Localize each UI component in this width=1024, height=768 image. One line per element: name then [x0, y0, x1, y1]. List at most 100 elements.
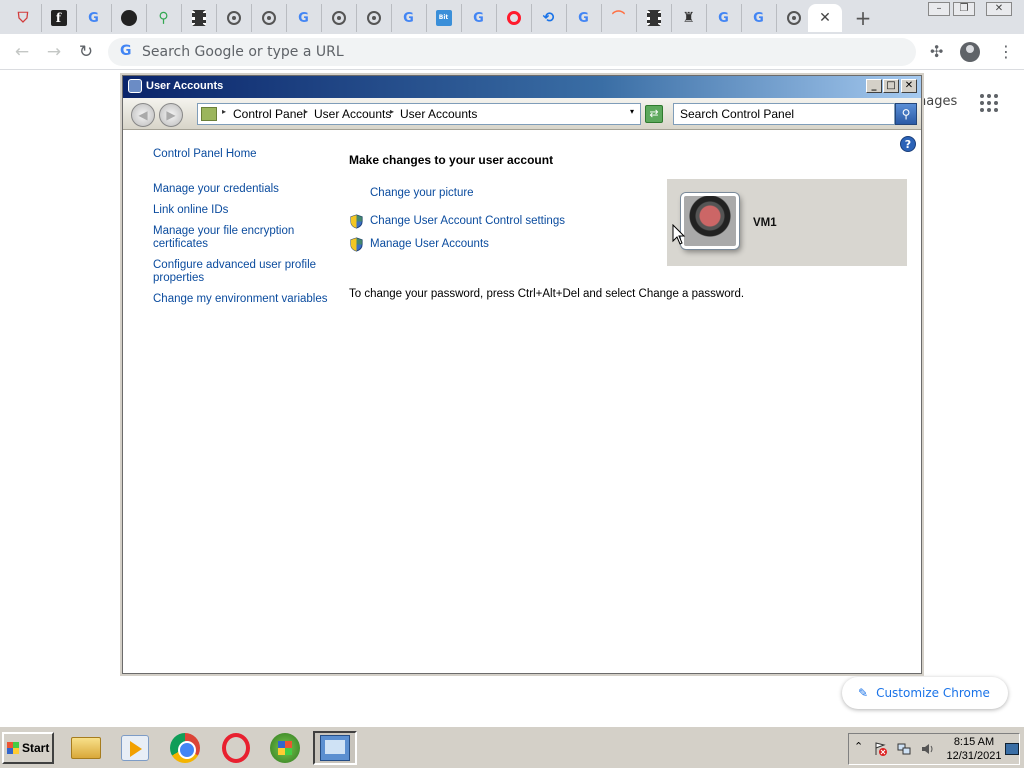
maps-pin-icon: ⚲: [158, 10, 169, 26]
google-icon: G: [473, 10, 484, 26]
window-maximize-button[interactable]: □: [883, 79, 899, 93]
browser-tab[interactable]: [321, 4, 355, 32]
browser-tab[interactable]: [216, 4, 250, 32]
bit-icon: Bit: [435, 10, 452, 26]
user-name: VM1: [753, 217, 777, 229]
breadcrumb-separator-icon[interactable]: ▸: [390, 107, 394, 116]
chrome-close-button[interactable]: ✕: [986, 2, 1012, 16]
browser-tab[interactable]: ⌒: [601, 4, 635, 32]
apps-grid-icon[interactable]: [980, 94, 998, 112]
browser-tab[interactable]: G: [461, 4, 495, 32]
browser-tab[interactable]: f: [41, 4, 75, 32]
google-icon: G: [753, 10, 764, 26]
taskbar-windows[interactable]: [263, 731, 307, 765]
window-close-button[interactable]: ✕: [901, 79, 917, 93]
show-desktop-icon[interactable]: [1005, 743, 1019, 755]
globe-icon: [366, 11, 381, 25]
user-picture[interactable]: [681, 193, 739, 249]
pencil-icon: ✎: [858, 686, 869, 700]
browser-tab[interactable]: G: [286, 4, 320, 32]
chrome-restore-button[interactable]: ❐: [953, 2, 975, 16]
browser-tab[interactable]: G: [741, 4, 775, 32]
taskbar-media-player[interactable]: [113, 731, 157, 765]
browser-tab[interactable]: G: [706, 4, 740, 32]
globe-icon: [331, 11, 346, 25]
breadcrumb-separator-icon[interactable]: ▸: [222, 107, 226, 116]
breadcrumb-user-accounts-current[interactable]: User Accounts: [400, 107, 477, 121]
uac-settings-link[interactable]: Change User Account Control settings: [370, 215, 565, 227]
breadcrumb-separator-icon[interactable]: ▸: [304, 107, 308, 116]
browser-tab[interactable]: [636, 4, 670, 32]
browser-tab[interactable]: [776, 4, 810, 32]
taskbar-chrome[interactable]: [163, 731, 207, 765]
back-arrow-icon[interactable]: ←: [12, 42, 32, 62]
search-control-panel-input[interactable]: Search Control Panel: [673, 103, 895, 125]
environment-variables-link[interactable]: Change my environment variables: [153, 293, 328, 306]
start-label: Start: [22, 741, 50, 755]
google-icon: G: [718, 10, 729, 26]
taskbar-file-explorer[interactable]: [64, 731, 108, 765]
chevron-down-icon[interactable]: ▾: [630, 107, 634, 116]
action-center-flag-icon[interactable]: [873, 742, 887, 756]
volume-icon[interactable]: [921, 742, 935, 756]
close-icon[interactable]: ✕: [819, 10, 831, 26]
control-panel-icon: [320, 735, 350, 761]
search-icon[interactable]: ⚲: [895, 103, 917, 125]
uac-shield-icon: [350, 237, 363, 252]
file-encryption-certificates-link[interactable]: Manage your file encryption certificates: [153, 225, 303, 251]
chrome-minimize-button[interactable]: –: [928, 2, 950, 16]
browser-tab[interactable]: [111, 4, 145, 32]
breadcrumb-control-panel[interactable]: Control Panel: [233, 107, 306, 121]
browser-tab[interactable]: ⚲: [146, 4, 180, 32]
back-button[interactable]: ◀: [131, 103, 155, 127]
ntp-images-link[interactable]: nages: [918, 94, 957, 109]
browser-tab[interactable]: [181, 4, 215, 32]
browser-tab[interactable]: ⟲: [531, 4, 565, 32]
manage-credentials-link[interactable]: Manage your credentials: [153, 183, 279, 196]
browser-tab[interactable]: G: [76, 4, 110, 32]
clock[interactable]: 8:15 AM 12/31/2021: [941, 735, 1007, 763]
globe-icon: [226, 11, 241, 25]
omnibox[interactable]: G Search Google or type a URL: [108, 38, 916, 66]
start-button[interactable]: Start: [2, 732, 54, 764]
film-icon: [646, 10, 661, 26]
forward-arrow-icon[interactable]: →: [44, 42, 64, 62]
customize-chrome-label: Customize Chrome: [876, 686, 990, 700]
page-title: Make changes to your user account: [349, 153, 554, 167]
password-instructions: To change your password, press Ctrl+Alt+…: [349, 288, 745, 300]
chevron-up-icon[interactable]: ⌃: [854, 740, 863, 753]
control-panel-home-link[interactable]: Control Panel Home: [153, 148, 257, 161]
uac-shield-icon: [350, 214, 363, 229]
advanced-profile-properties-link[interactable]: Configure advanced user profile properti…: [153, 259, 318, 285]
browser-tab[interactable]: ♜: [671, 4, 705, 32]
browser-tab[interactable]: G: [391, 4, 425, 32]
window-minimize-button[interactable]: _: [866, 79, 882, 93]
extensions-puzzle-icon[interactable]: ✣: [930, 42, 943, 61]
reload-icon[interactable]: ↻: [76, 42, 96, 62]
browser-tab[interactable]: [496, 4, 530, 32]
breadcrumb-user-accounts[interactable]: User Accounts: [314, 107, 391, 121]
help-icon[interactable]: ?: [900, 136, 916, 152]
browser-tab[interactable]: ⛉: [6, 4, 40, 32]
new-tab-button[interactable]: +: [852, 6, 874, 30]
forward-button[interactable]: ▶: [159, 103, 183, 127]
chrome-menu-icon[interactable]: ⋮: [998, 42, 1014, 61]
browser-tab[interactable]: [251, 4, 285, 32]
profile-avatar-icon[interactable]: [960, 42, 980, 62]
browser-tab-active[interactable]: ✕: [808, 4, 842, 32]
customize-chrome-button[interactable]: ✎ Customize Chrome: [842, 677, 1008, 709]
network-icon[interactable]: [897, 742, 911, 756]
user-account-card: VM1: [667, 179, 907, 266]
window-title-bar[interactable]: User Accounts _ □ ✕: [123, 76, 921, 98]
refresh-icon[interactable]: ⇄: [645, 105, 663, 123]
manage-user-accounts-link[interactable]: Manage User Accounts: [370, 238, 489, 250]
system-tray: ⌃ 8:15 AM 12/31/2021: [848, 733, 1020, 765]
browser-tab[interactable]: Bit: [426, 4, 460, 32]
link-online-ids-link[interactable]: Link online IDs: [153, 204, 228, 217]
browser-tab[interactable]: [356, 4, 390, 32]
address-bar[interactable]: ▸ Control Panel ▸ User Accounts ▸ User A…: [197, 103, 641, 125]
browser-tab[interactable]: G: [566, 4, 600, 32]
taskbar-opera[interactable]: [214, 731, 258, 765]
change-picture-link[interactable]: Change your picture: [370, 187, 474, 199]
taskbar-control-panel[interactable]: [313, 731, 357, 765]
